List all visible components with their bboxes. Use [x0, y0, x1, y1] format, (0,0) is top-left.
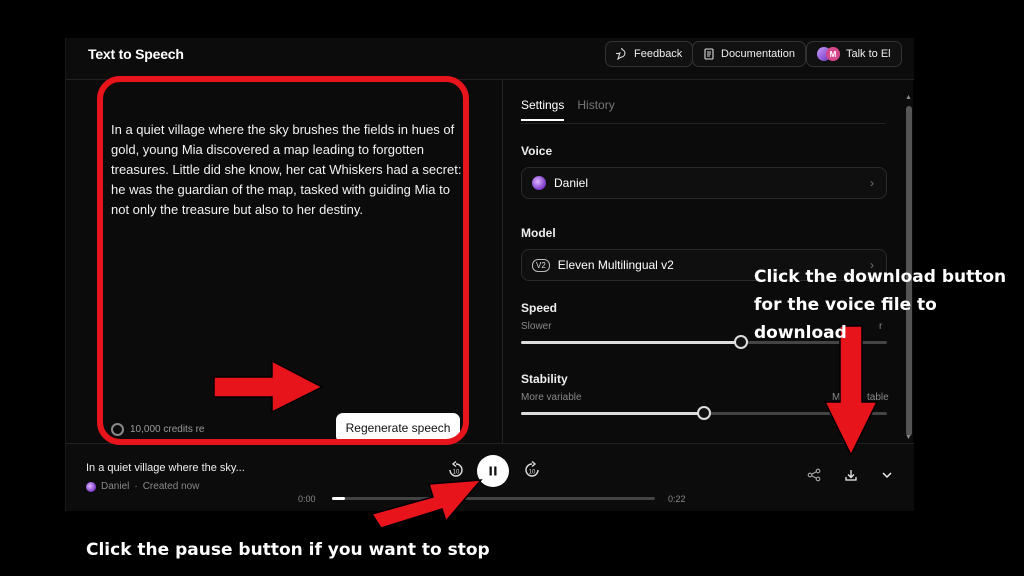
credits-ring-icon — [111, 423, 124, 436]
player-title: In a quiet village where the sky... — [86, 462, 245, 474]
share-button[interactable] — [805, 466, 823, 484]
tab-history[interactable]: History — [577, 98, 614, 121]
chevron-right-icon: › — [870, 176, 874, 190]
rewind-10-icon: 10 — [449, 460, 463, 477]
meta-separator: · — [134, 481, 138, 492]
pause-button[interactable] — [477, 455, 509, 487]
voice-value: Daniel — [554, 176, 589, 190]
share-icon — [807, 468, 821, 482]
stability-slider-fill — [521, 412, 704, 415]
speed-slower-label: Slower — [521, 321, 552, 332]
skip-forward-amount: 10 — [529, 470, 536, 476]
documentation-label: Documentation — [721, 48, 795, 60]
skip-back-button[interactable]: 10 — [446, 460, 466, 480]
scroll-up-icon[interactable]: ▲ — [905, 94, 912, 101]
model-version-badge: V2 — [532, 258, 550, 272]
player-meta: Daniel · Created now — [86, 481, 199, 492]
speed-label: Speed — [521, 301, 558, 315]
stability-slider[interactable] — [521, 406, 887, 420]
time-total: 0:22 — [668, 494, 686, 504]
scroll-down-icon[interactable]: ▼ — [905, 434, 912, 441]
tab-divider — [521, 123, 886, 124]
forward-10-icon: 10 — [525, 460, 539, 477]
model-value: Eleven Multilingual v2 — [557, 258, 674, 272]
collapse-player-button[interactable] — [878, 466, 896, 484]
credits-indicator: 10,000 credits re — [111, 423, 205, 436]
avatar: M — [826, 47, 840, 61]
pause-hint-text: Click the pause button if you want to st… — [86, 540, 490, 560]
documentation-button[interactable]: Documentation — [692, 41, 806, 67]
feedback-label: Feedback — [634, 48, 683, 60]
header-bar: Text to Speech Feedback Documentation M … — [66, 38, 914, 80]
tab-bar: Settings History — [521, 98, 615, 121]
stability-label: Stability — [521, 372, 568, 386]
feedback-button[interactable]: Feedback — [605, 41, 694, 67]
download-icon — [845, 470, 857, 481]
credits-text: 10,000 credits re — [130, 424, 205, 435]
regenerate-speech-button[interactable]: Regenerate speech — [336, 413, 460, 443]
pause-icon — [489, 466, 497, 476]
skip-back-amount: 10 — [453, 470, 460, 476]
speed-slider-handle[interactable] — [733, 335, 748, 349]
text-input[interactable]: In a quiet village where the sky brushes… — [111, 120, 466, 220]
text-editor-panel: In a quiet village where the sky brushes… — [66, 80, 501, 443]
player-voice: Daniel — [101, 481, 130, 492]
speed-slider-fill — [521, 341, 741, 344]
audio-player: In a quiet village where the sky... Dani… — [66, 443, 914, 511]
page-title: Text to Speech — [88, 46, 184, 62]
playback-progress[interactable] — [332, 497, 655, 500]
talk-label: Talk to El — [846, 48, 891, 60]
time-current: 0:00 — [298, 494, 316, 504]
skip-forward-button[interactable]: 10 — [522, 460, 542, 480]
stability-stable-label-start: M — [832, 392, 841, 403]
tab-settings[interactable]: Settings — [521, 98, 565, 121]
chat-bubble-icon — [616, 48, 626, 60]
player-created: Created now — [142, 481, 200, 492]
stability-slider-handle[interactable] — [697, 406, 711, 420]
voice-avatar-icon — [532, 176, 546, 190]
stability-variable-label: More variable — [521, 392, 582, 403]
avatar-group: M — [817, 47, 840, 61]
settings-panel: Settings History Voice Daniel › Model V2… — [502, 80, 914, 443]
voice-select[interactable]: Daniel › — [521, 167, 887, 199]
voice-avatar-icon — [86, 481, 96, 492]
stability-stable-label-end: table — [867, 392, 889, 403]
download-button[interactable] — [842, 466, 860, 484]
download-hint-text: Click the download button for the voice … — [754, 267, 1007, 343]
voice-label: Voice — [521, 144, 553, 158]
talk-to-el-button[interactable]: M Talk to El — [806, 41, 902, 67]
model-label: Model — [521, 226, 556, 240]
document-icon — [704, 48, 714, 60]
playback-progress-fill — [332, 497, 345, 500]
chevron-down-icon — [882, 472, 892, 479]
